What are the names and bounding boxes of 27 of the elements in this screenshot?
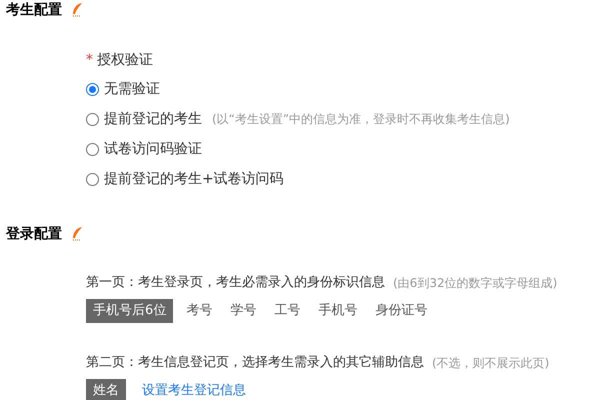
page-hint: (由6到32位的数字或字母组成) bbox=[393, 275, 558, 292]
field-label: 授权验证 bbox=[97, 50, 153, 70]
field-tag[interactable]: 考号 bbox=[181, 299, 218, 323]
field-tag[interactable]: 工号 bbox=[269, 299, 306, 323]
radio-button[interactable] bbox=[86, 112, 99, 126]
field-tag[interactable]: 手机号后6位 bbox=[86, 299, 174, 323]
field-tag[interactable]: 手机号 bbox=[313, 299, 362, 323]
radio-label[interactable]: 提前登记的考生+试卷访问码 bbox=[104, 168, 284, 190]
page-description: 第二页：考生信息登记页，选择考生需录入的其它辅助信息 bbox=[86, 354, 424, 372]
radio-button[interactable] bbox=[86, 142, 99, 156]
feather-icon bbox=[70, 226, 84, 242]
radio-label[interactable]: 试卷访问码验证 bbox=[104, 138, 202, 160]
page-hint: (不选，则不展示此页) bbox=[432, 355, 550, 372]
section-title: 考生配置 bbox=[6, 0, 62, 20]
field-tag[interactable]: 学号 bbox=[225, 299, 262, 323]
section-title: 登录配置 bbox=[6, 224, 62, 244]
setup-link[interactable]: 设置考生登记信息 bbox=[142, 381, 246, 400]
field-tag[interactable]: 姓名 bbox=[86, 379, 126, 400]
radio-button[interactable] bbox=[86, 82, 99, 96]
option-hint: (以“考生设置”中的信息为准，登录时不再收集考生信息) bbox=[212, 111, 510, 128]
radio-label[interactable]: 提前登记的考生 bbox=[104, 108, 202, 130]
field-tag[interactable]: 身份证号 bbox=[370, 299, 432, 323]
required-mark: * bbox=[86, 50, 93, 70]
radio-button[interactable] bbox=[86, 172, 99, 186]
feather-icon bbox=[70, 2, 84, 18]
radio-label[interactable]: 无需验证 bbox=[104, 78, 160, 100]
page-description: 第一页：考生登录页，考生必需录入的身份标识信息 bbox=[86, 274, 385, 292]
